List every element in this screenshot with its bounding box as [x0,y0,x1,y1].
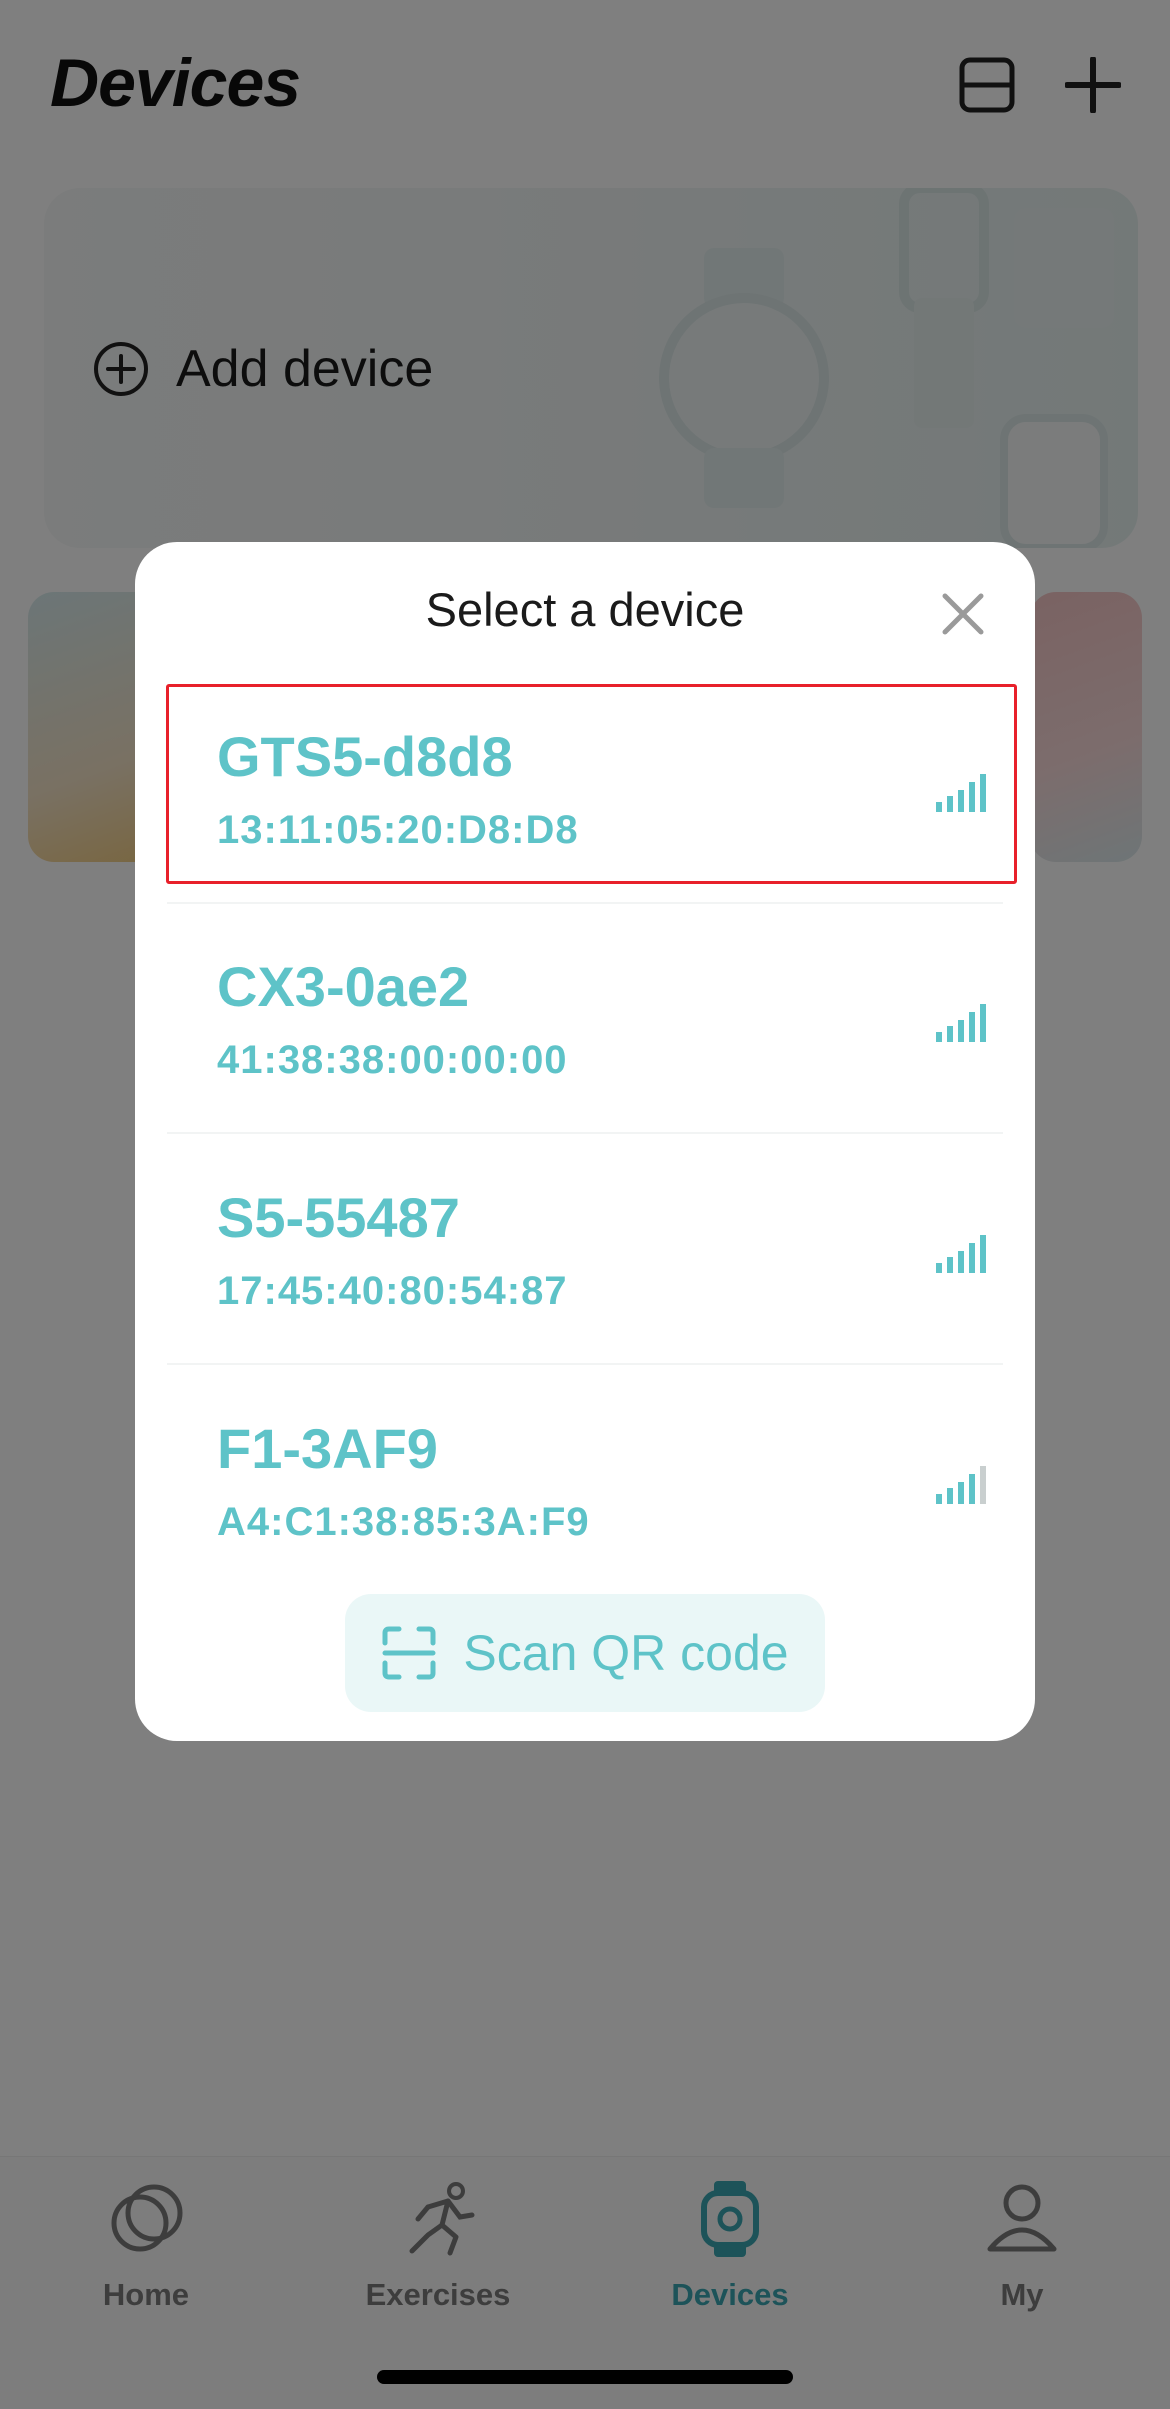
qr-scan-icon [382,1626,436,1680]
dialog-title: Select a device [425,583,745,636]
device-row[interactable]: F1-3AF9 A4:C1:38:85:3A:F9 [167,1376,1003,1596]
device-mac-address: 17:45:40:80:54:87 [217,1269,568,1313]
scan-qr-code-label: Scan QR code [463,1625,789,1681]
row-divider [167,1363,1003,1365]
device-mac-address: 41:38:38:00:00:00 [217,1038,568,1082]
scan-qr-code-button[interactable]: Scan QR code [345,1594,825,1712]
device-mac-address: A4:C1:38:85:3A:F9 [217,1500,590,1544]
device-name: GTS5-d8d8 [217,725,513,788]
device-name: S5-55487 [217,1186,460,1249]
row-divider [167,1132,1003,1134]
device-mac-address: 13:11:05:20:D8:D8 [217,808,579,852]
signal-strength-icon [936,1466,986,1504]
signal-strength-icon [936,1004,986,1042]
row-divider [167,902,1003,904]
close-button[interactable] [931,582,995,646]
select-device-dialog: Select a device GTS5-d8d8 13:11:05:20:D8… [135,542,1035,1741]
signal-strength-icon [936,774,986,812]
signal-strength-icon [936,1235,986,1273]
device-row[interactable]: GTS5-d8d8 13:11:05:20:D8:D8 [167,684,1003,904]
device-row[interactable]: S5-55487 17:45:40:80:54:87 [167,1145,1003,1365]
device-name: F1-3AF9 [217,1417,438,1480]
close-icon [942,593,984,635]
device-row[interactable]: CX3-0ae2 41:38:38:00:00:00 [167,914,1003,1134]
device-name: CX3-0ae2 [217,955,470,1018]
